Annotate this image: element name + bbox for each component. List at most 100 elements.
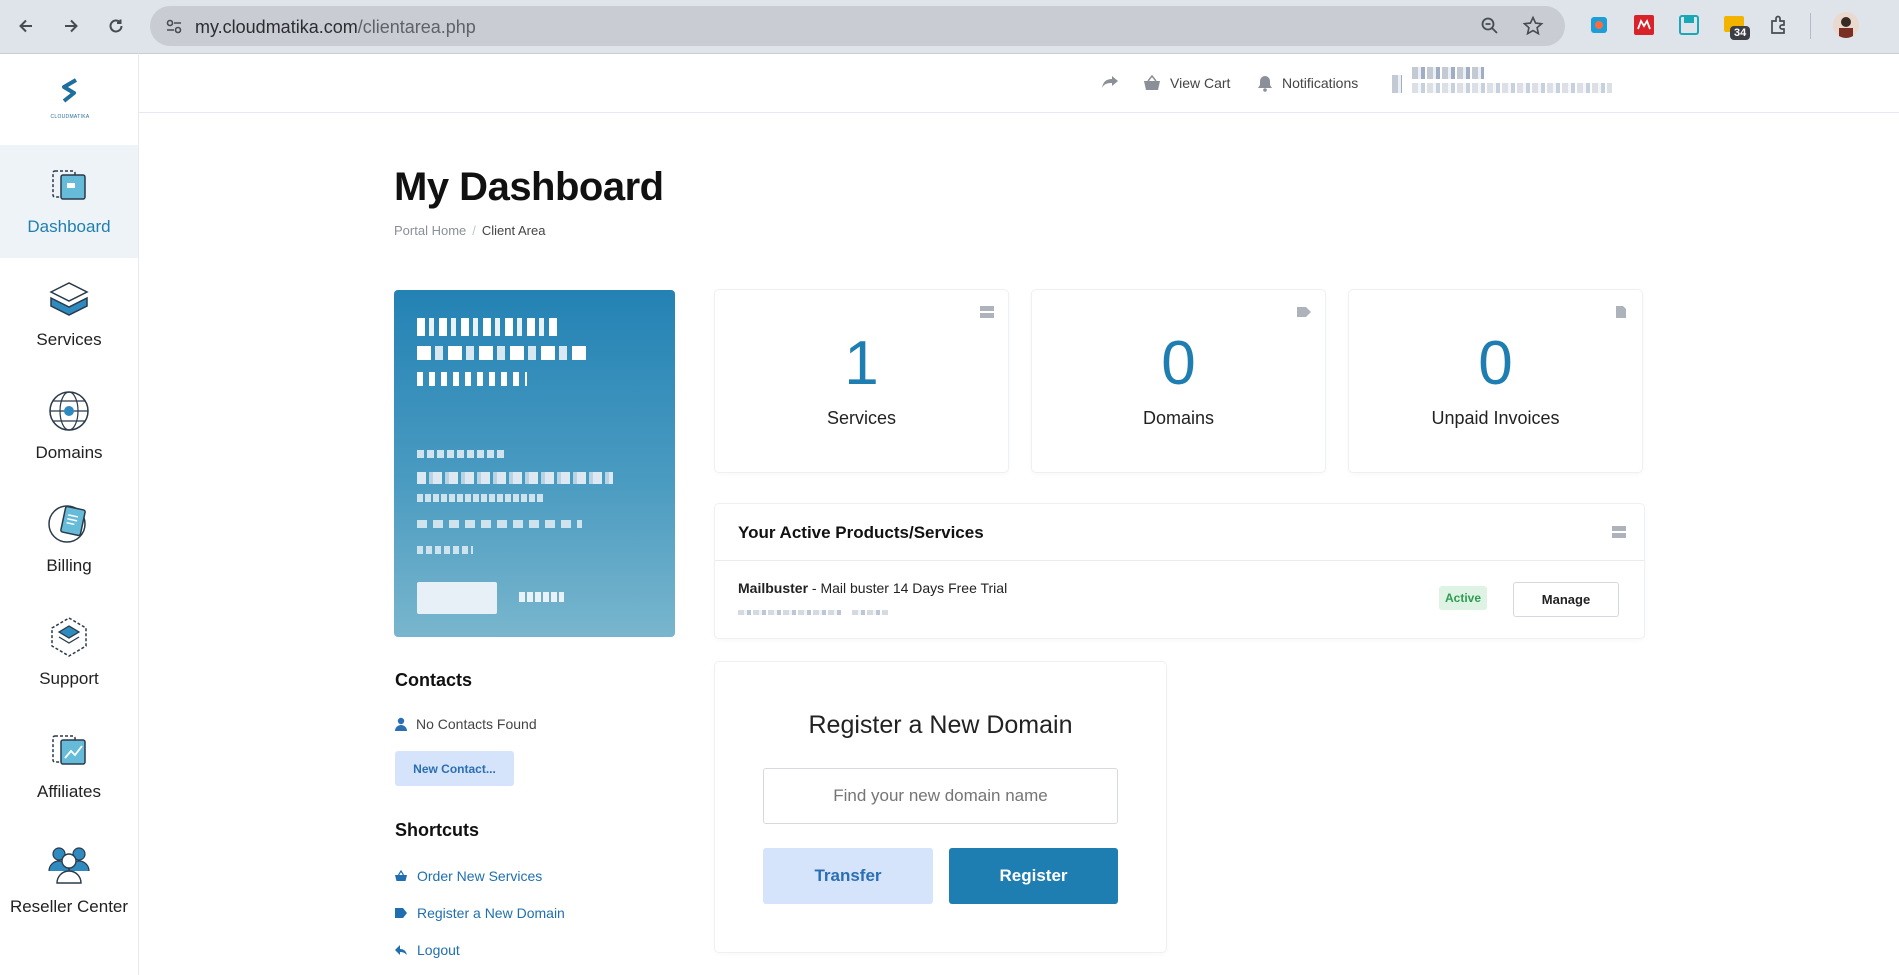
sidebar-item-domains[interactable]: Domains (0, 371, 138, 484)
page-title: My Dashboard (394, 165, 664, 209)
url-path: /clientarea.php (357, 17, 476, 37)
stat-label-domains: Domains (1142, 408, 1215, 428)
address-bar[interactable]: my.cloudmatika.com/clientarea.php (150, 6, 1565, 46)
sidebar-label-dashboard: Dashboard (27, 217, 111, 236)
stat-value-domains: 0 (1161, 329, 1196, 398)
site-settings-icon[interactable] (164, 16, 184, 41)
no-contacts-text: No Contacts Found (416, 716, 537, 732)
shortcut-register-domain[interactable]: Register a New Domain (395, 905, 565, 921)
profile-name-redacted (417, 318, 557, 336)
user-icon (395, 717, 407, 731)
toolbar-divider (1810, 13, 1811, 39)
browser-toolbar: my.cloudmatika.com/clientarea.php 34 (0, 0, 1899, 54)
extension-badge-icon[interactable]: 34 (1721, 12, 1751, 40)
url-domain: my.cloudmatika.com (195, 17, 358, 37)
product-ip-redacted (852, 610, 888, 615)
extensions-puzzle-icon[interactable] (1766, 12, 1792, 38)
stat-card-services[interactable]: 1 Services (715, 290, 1008, 472)
status-badge: Active (1439, 586, 1488, 610)
shortcut-order-new-services[interactable]: Order New Services (395, 868, 542, 884)
product-name: Mailbuster (738, 580, 809, 596)
services-icon (49, 282, 89, 316)
domain-search-input[interactable] (763, 768, 1118, 824)
logo-mark-icon (62, 78, 78, 103)
dashboard-icon (52, 170, 86, 200)
sidebar-item-reseller-center[interactable]: Reseller Center (0, 823, 138, 963)
extension-save-icon[interactable] (1676, 12, 1702, 38)
breadcrumb-separator: / (472, 223, 476, 238)
view-cart-link[interactable]: View Cart (1142, 74, 1230, 92)
reload-icon[interactable] (100, 10, 132, 42)
extension-red-icon[interactable] (1631, 12, 1657, 38)
logout-arrow-icon (395, 945, 407, 955)
tag-icon (1297, 307, 1311, 317)
account-email-redacted (1412, 83, 1612, 93)
back-icon[interactable] (10, 10, 42, 42)
stat-value-unpaid-invoices: 0 (1478, 329, 1513, 398)
profile-update-button[interactable] (417, 582, 497, 614)
extension-screenshot-icon[interactable] (1586, 12, 1612, 38)
breadcrumb-client-area: Client Area (481, 223, 546, 238)
url-text: my.cloudmatika.com/clientarea.php (195, 17, 476, 38)
document-icon (1616, 306, 1626, 318)
shortcut-label: Register a New Domain (417, 905, 565, 921)
profile-city-redacted (417, 494, 545, 502)
profile-company-redacted (417, 346, 587, 360)
bell-icon (1258, 76, 1272, 92)
bookmark-star-icon[interactable] (1522, 15, 1544, 42)
sidebar-label-domains: Domains (35, 443, 103, 462)
forward-icon[interactable] (55, 10, 87, 42)
notifications-link[interactable]: Notifications (1256, 74, 1358, 92)
product-domain-redacted (738, 610, 842, 615)
sidebar-item-services[interactable]: Services (0, 258, 138, 371)
notifications-label: Notifications (1282, 75, 1359, 91)
account-name-redacted (1412, 67, 1484, 79)
view-cart-label: View Cart (1170, 75, 1231, 91)
transfer-button[interactable]: Transfer (763, 848, 933, 904)
support-icon (51, 617, 87, 657)
breadcrumb: Portal Home / Client Area (394, 223, 545, 238)
share-icon[interactable] (1100, 74, 1120, 90)
stat-label-unpaid-invoices: Unpaid Invoices (1431, 408, 1560, 428)
product-row[interactable]: Mailbuster - Mail buster 14 Days Free Tr… (738, 580, 1007, 596)
stat-card-domains[interactable]: 0 Domains (1032, 290, 1325, 472)
stat-value-services: 1 (844, 329, 879, 398)
product-description: - Mail buster 14 Days Free Trial (808, 580, 1008, 596)
sidebar-label-affiliates: Affiliates (37, 782, 101, 801)
register-domain-title: Register a New Domain (808, 711, 1073, 739)
basket-icon (395, 870, 407, 881)
shortcut-label: Order New Services (417, 868, 543, 884)
basket-icon (1144, 74, 1160, 90)
profile-phone-redacted (417, 546, 473, 554)
contacts-title: Contacts (395, 670, 473, 690)
sidebar-label-billing: Billing (46, 556, 92, 575)
breadcrumb-portal-home[interactable]: Portal Home (394, 223, 466, 238)
new-contact-button[interactable]: New Contact... (395, 751, 514, 786)
billing-icon (48, 505, 86, 543)
profile-avatar[interactable] (1833, 12, 1859, 38)
profile-logout-link[interactable] (519, 592, 564, 602)
stat-label-services: Services (826, 408, 897, 428)
sidebar-item-billing[interactable]: Billing (0, 484, 138, 597)
shortcut-logout[interactable]: Logout (395, 942, 460, 958)
extension-badge-count: 34 (1730, 26, 1751, 40)
profile-line-redacted (417, 372, 527, 386)
zoom-icon[interactable] (1480, 16, 1500, 41)
manage-button[interactable]: Manage (1513, 582, 1619, 617)
affiliates-icon (52, 735, 86, 765)
register-button[interactable]: Register (949, 848, 1118, 904)
sidebar-label-reseller-center: Reseller Center (9, 897, 129, 916)
active-products-header: Your Active Products/Services (715, 504, 1644, 561)
stat-card-unpaid-invoices[interactable]: 0 Unpaid Invoices (1349, 290, 1642, 472)
active-products-panel: Your Active Products/Services Mailbuster… (715, 504, 1644, 638)
sidebar-item-dashboard[interactable]: Dashboard (0, 145, 138, 258)
profile-card (394, 290, 675, 637)
brand-logo[interactable]: CLOUDMATIKA (40, 77, 100, 127)
register-domain-card: Register a New Domain Transfer Register (715, 662, 1166, 952)
server-icon (980, 306, 994, 318)
sidebar-item-affiliates[interactable]: Affiliates (0, 710, 138, 823)
account-avatar-redacted (1392, 75, 1402, 93)
server-icon (1612, 526, 1626, 538)
top-header: View Cart Notifications (139, 55, 1899, 113)
sidebar-item-support[interactable]: Support (0, 597, 138, 710)
